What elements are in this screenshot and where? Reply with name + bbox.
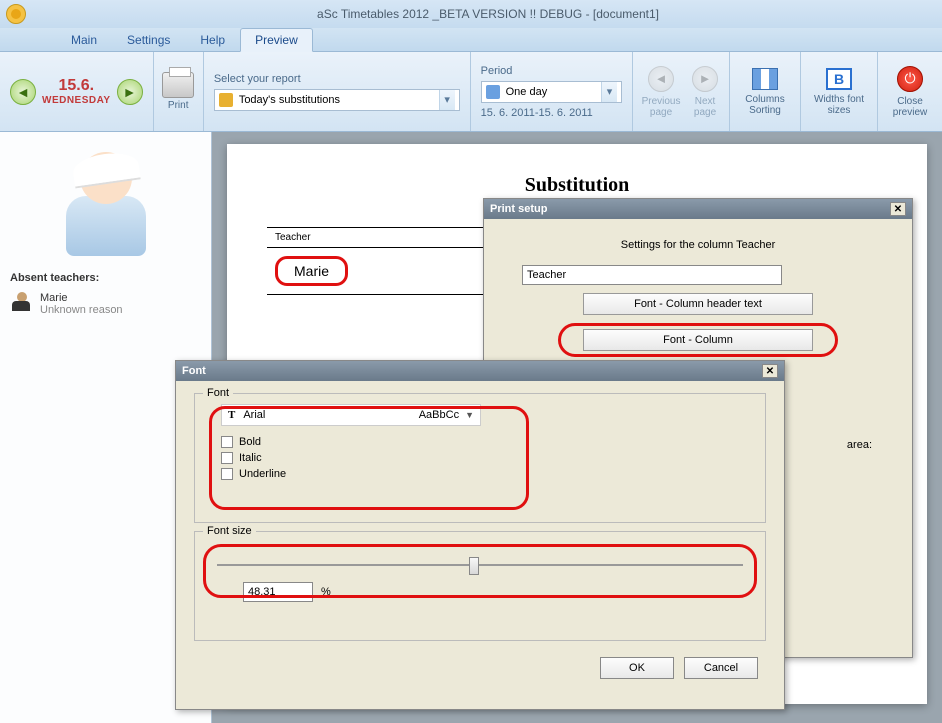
highlight-annotation: Font - Column: [558, 323, 838, 357]
font-header-button[interactable]: Font - Column header text: [583, 293, 813, 315]
previous-page-button[interactable]: ◄ Previous page: [639, 66, 683, 118]
period-combo[interactable]: One day ▾: [481, 81, 622, 103]
period-range: 15. 6. 2011-15. 6. 2011: [481, 107, 593, 119]
close-label: Close preview: [890, 96, 930, 118]
report-icon: [219, 93, 233, 107]
font-legend: Font: [203, 387, 233, 399]
font-sample: AaBbCc: [419, 409, 459, 421]
widths-icon: B: [826, 68, 852, 90]
tab-row: Main Settings Help Preview: [0, 28, 942, 52]
italic-checkbox[interactable]: Italic: [221, 452, 753, 464]
cancel-button[interactable]: Cancel: [684, 657, 758, 679]
date-nav-group: ◄ 15.6. WEDNESDAY ►: [0, 52, 154, 131]
tab-help[interactable]: Help: [185, 28, 240, 51]
teacher-item[interactable]: Marie Unknown reason: [10, 288, 201, 320]
percent-label: %: [321, 586, 331, 598]
cell-marie: Marie: [275, 256, 348, 286]
area-label: area:: [847, 439, 872, 451]
underline-checkbox[interactable]: Underline: [221, 468, 753, 480]
current-date[interactable]: 15.6. WEDNESDAY: [42, 77, 111, 106]
tab-main[interactable]: Main: [56, 28, 112, 51]
dialog-buttons: OK Cancel: [184, 649, 776, 687]
slider-wrap: %: [207, 542, 753, 608]
document-title: Substitution: [267, 174, 887, 197]
teacher-name: Marie: [40, 292, 123, 304]
app-icon: [6, 4, 26, 24]
person-icon: [12, 292, 32, 312]
ok-button[interactable]: OK: [600, 657, 674, 679]
report-header: Select your report: [214, 73, 301, 85]
period-group: Period One day ▾ 15. 6. 2011-15. 6. 2011: [471, 52, 633, 131]
print-dialog-header: Settings for the column Teacher: [502, 239, 894, 251]
slider-thumb[interactable]: [469, 557, 479, 575]
bold-checkbox[interactable]: Bold: [221, 436, 753, 448]
font-t-icon: T: [228, 409, 235, 421]
page-nav-group: ◄ Previous page ► Next page: [633, 52, 730, 131]
next-day-button[interactable]: ►: [117, 79, 143, 105]
tab-settings[interactable]: Settings: [112, 28, 185, 51]
columns-sorting-button[interactable]: Columns Sorting: [738, 66, 792, 118]
font-column-button[interactable]: Font - Column: [583, 329, 813, 351]
fontsize-slider[interactable]: [217, 564, 743, 566]
close-preview-button[interactable]: ⏻ Close preview: [886, 64, 934, 120]
font-dialog: Font ✕ Font T Arial AaBbCc ▼ Bold Italic…: [175, 360, 785, 710]
close-icon[interactable]: ✕: [890, 202, 906, 216]
arrow-left-icon: ◄: [648, 66, 674, 92]
close-icon[interactable]: ✕: [762, 364, 778, 378]
columns-icon: [752, 68, 778, 90]
column-name-input[interactable]: [522, 265, 782, 285]
font-fieldset: Font T Arial AaBbCc ▼ Bold Italic Underl…: [194, 393, 766, 523]
print-label: Print: [168, 100, 189, 111]
checkbox-icon: [221, 452, 233, 464]
fontsize-fieldset: Font size %: [194, 531, 766, 641]
chevron-down-icon: ▼: [465, 410, 474, 420]
print-group: Print: [154, 52, 204, 131]
teacher-info: Marie Unknown reason: [40, 292, 123, 316]
chevron-down-icon: ▾: [439, 90, 455, 110]
prev-page-label: Previous page: [639, 96, 683, 118]
print-dialog-title: Print setup: [490, 203, 547, 215]
printer-icon[interactable]: [162, 72, 194, 98]
date-weekday: WEDNESDAY: [42, 95, 111, 106]
absent-avatar-image: [61, 146, 151, 256]
next-page-button[interactable]: ► Next page: [687, 66, 723, 118]
prev-day-button[interactable]: ◄: [10, 79, 36, 105]
power-icon: ⏻: [897, 66, 923, 92]
print-dialog-titlebar[interactable]: Print setup ✕: [484, 199, 912, 219]
titlebar: aSc Timetables 2012 _BETA VERSION !! DEB…: [0, 0, 942, 28]
report-value: Today's substitutions: [239, 94, 340, 106]
font-dialog-body: Font T Arial AaBbCc ▼ Bold Italic Underl…: [176, 381, 784, 691]
widths-fontsizes-button[interactable]: B Widths font sizes: [809, 66, 869, 118]
tab-preview[interactable]: Preview: [240, 28, 313, 52]
titlebar-text: aSc Timetables 2012 _BETA VERSION !! DEB…: [34, 7, 942, 21]
cols-sort-label: Columns Sorting: [742, 94, 788, 116]
ribbon: ◄ 15.6. WEDNESDAY ► Print Select your re…: [0, 52, 942, 132]
widths-label: Widths font sizes: [813, 94, 865, 116]
font-name: Arial: [243, 409, 265, 421]
fontsize-legend: Font size: [203, 525, 256, 537]
chevron-down-icon: ▾: [601, 82, 617, 102]
font-dialog-title: Font: [182, 365, 206, 377]
font-dialog-titlebar[interactable]: Font ✕: [176, 361, 784, 381]
print-dialog-body: Settings for the column Teacher Font - C…: [484, 219, 912, 377]
absent-teachers-label: Absent teachers:: [10, 272, 201, 284]
report-group: Select your report Today's substitutions…: [204, 52, 471, 131]
arrow-right-icon: ►: [692, 66, 718, 92]
report-combo[interactable]: Today's substitutions ▾: [214, 89, 460, 111]
teacher-reason: Unknown reason: [40, 304, 123, 316]
date-number: 15.6.: [42, 77, 111, 95]
period-value: One day: [506, 86, 548, 98]
checkbox-icon: [221, 436, 233, 448]
calendar-icon: [486, 85, 500, 99]
close-group: ⏻ Close preview: [878, 52, 942, 131]
columns-sorting-group: Columns Sorting: [730, 52, 801, 131]
widths-group: B Widths font sizes: [801, 52, 878, 131]
checkbox-icon: [221, 468, 233, 480]
period-header: Period: [481, 65, 513, 77]
fontsize-input[interactable]: [243, 582, 313, 602]
font-family-combo[interactable]: T Arial AaBbCc ▼: [221, 404, 481, 426]
next-page-label: Next page: [687, 96, 723, 118]
